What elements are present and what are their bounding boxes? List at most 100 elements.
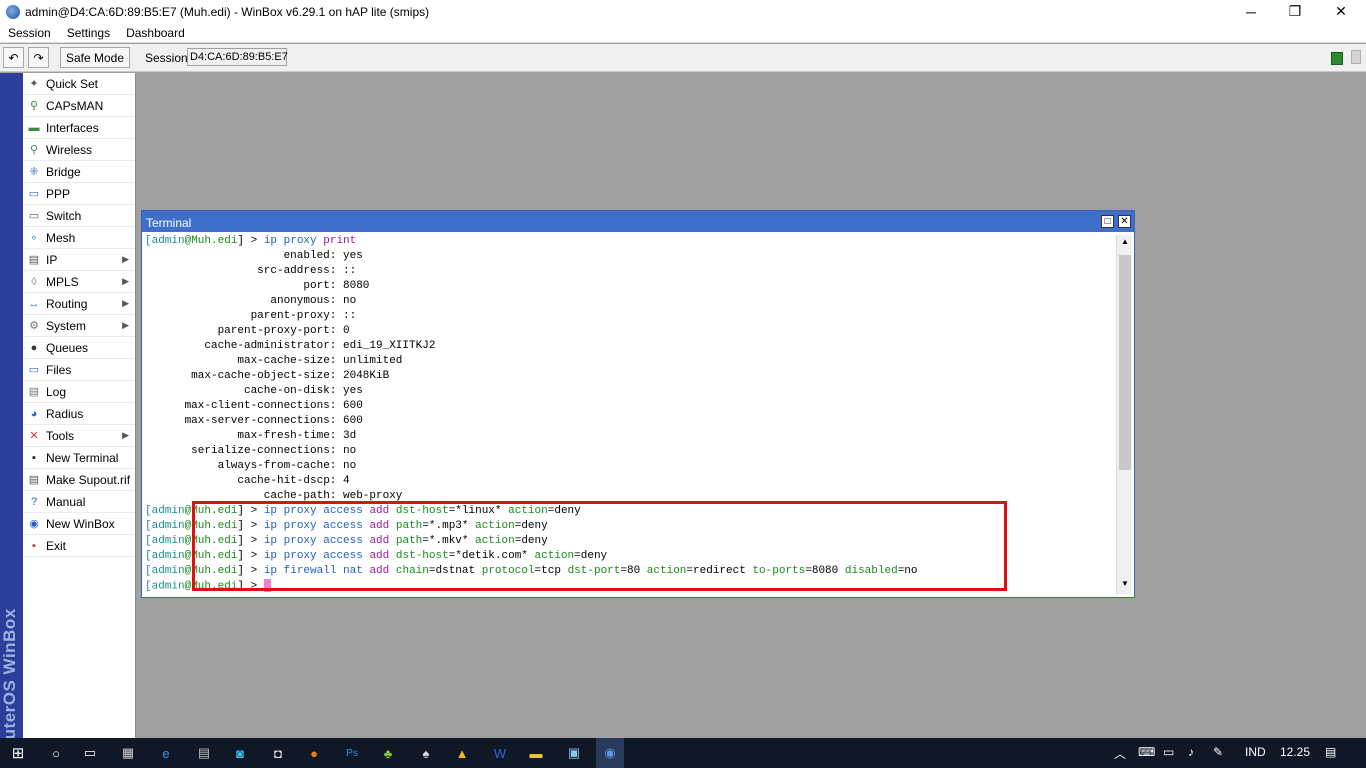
camera-icon[interactable]: ◘ bbox=[264, 738, 292, 768]
scroll-down-icon[interactable]: ▼ bbox=[1119, 579, 1131, 591]
app-icon[interactable]: ▦ bbox=[114, 738, 142, 768]
setting-value: unlimited bbox=[343, 355, 403, 367]
prompt-user: [admin bbox=[145, 580, 185, 593]
wireless-icon: ⚲ bbox=[29, 144, 39, 156]
sidebar-item-label: Log bbox=[46, 384, 67, 399]
redo-button[interactable]: ↷ bbox=[28, 47, 49, 68]
menu-session[interactable]: Session bbox=[8, 26, 51, 40]
sidebar-item-label: Bridge bbox=[46, 164, 81, 179]
app-icon[interactable]: ▣ bbox=[560, 738, 588, 768]
sidebar-item-system[interactable]: ⚙ System ▶ bbox=[23, 315, 135, 337]
setting-row: cache-hit-dscp: 4 bbox=[145, 474, 1115, 489]
close-button[interactable]: ✕ bbox=[1318, 0, 1364, 23]
edge-icon[interactable]: e bbox=[152, 738, 180, 768]
sidebar-item-capsman[interactable]: ⚲ CAPsMAN bbox=[23, 95, 135, 117]
routing-icon: ↔ bbox=[28, 297, 40, 310]
sidebar-item-manual[interactable]: ? Manual bbox=[23, 491, 135, 513]
sidebar-item-make-supout-rif[interactable]: ▤ Make Supout.rif bbox=[23, 469, 135, 491]
input-icon[interactable]: ⌨ bbox=[1138, 745, 1155, 759]
submenu-arrow-icon: ▶ bbox=[122, 276, 129, 286]
sidebar-item-tools[interactable]: ✕ Tools ▶ bbox=[23, 425, 135, 447]
separator: : bbox=[329, 445, 343, 457]
sidebar-item-quick-set[interactable]: ✦ Quick Set bbox=[23, 73, 135, 95]
terminal-scrollbar[interactable]: ▲ ▼ bbox=[1116, 235, 1132, 595]
sidebar-item-log[interactable]: ▤ Log bbox=[23, 381, 135, 403]
sidebar-item-files[interactable]: ▭ Files bbox=[23, 359, 135, 381]
app-icon[interactable]: ♠ bbox=[412, 738, 440, 768]
sidebar-item-ppp[interactable]: ▭ PPP bbox=[23, 183, 135, 205]
sidebar-item-exit[interactable]: ▪ Exit bbox=[23, 535, 135, 557]
maximize-icon[interactable]: □ bbox=[1101, 215, 1114, 228]
language-indicator[interactable]: IND bbox=[1245, 745, 1266, 759]
separator: : bbox=[329, 355, 343, 367]
sidebar-item-label: IP bbox=[46, 252, 58, 267]
sidebar-item-mesh[interactable]: ∘ Mesh bbox=[23, 227, 135, 249]
sidebar-item-label: Interfaces bbox=[46, 120, 99, 135]
setting-key: anonymous bbox=[270, 295, 330, 307]
sidebar-item-mpls[interactable]: ◊ MPLS ▶ bbox=[23, 271, 135, 293]
minimize-button[interactable]: ─ bbox=[1228, 0, 1274, 23]
window-titlebar: admin@D4:CA:6D:89:B5:E7 (Muh.edi) - WinB… bbox=[0, 0, 1366, 23]
network-icon[interactable]: ▭ bbox=[1163, 745, 1174, 759]
menu-settings[interactable]: Settings bbox=[67, 26, 110, 40]
setting-value: yes bbox=[343, 250, 363, 262]
winbox-taskbar-icon[interactable]: ◉ bbox=[596, 738, 624, 768]
separator: : bbox=[329, 430, 343, 442]
close-icon[interactable]: ✕ bbox=[1118, 215, 1131, 228]
app-icon[interactable]: ▲ bbox=[448, 738, 476, 768]
terminal-titlebar[interactable]: Terminal □ ✕ bbox=[142, 211, 1134, 232]
app-icon[interactable]: ▤ bbox=[190, 738, 218, 768]
clock[interactable]: 12.25 bbox=[1280, 745, 1310, 759]
tools-icon: ✕ bbox=[29, 430, 39, 442]
start-icon[interactable]: ⊞ bbox=[4, 738, 32, 768]
scroll-up-icon[interactable]: ▲ bbox=[1119, 237, 1131, 249]
sidebar-item-bridge[interactable]: ⁜ Bridge bbox=[23, 161, 135, 183]
sidebar-menu: ✦ Quick Set ⚲ CAPsMAN ▬ Interfaces ⚲ Wireless ⁜ B… bbox=[23, 73, 136, 738]
scroll-thumb[interactable] bbox=[1119, 255, 1131, 470]
sidebar-item-queues[interactable]: ● Queues bbox=[23, 337, 135, 359]
terminal-icon: ▪ bbox=[32, 451, 36, 464]
status-indicator-icon bbox=[1351, 50, 1361, 64]
sidebar-item-radius[interactable]: ◕ Radius bbox=[23, 403, 135, 425]
prompt-user: [admin bbox=[145, 535, 185, 547]
prompt-user: [admin bbox=[145, 565, 185, 577]
sidebar-item-ip[interactable]: ▤ IP ▶ bbox=[23, 249, 135, 271]
restore-button[interactable]: ❐ bbox=[1272, 0, 1318, 23]
setting-row: serialize-connections: no bbox=[145, 444, 1115, 459]
separator: : bbox=[329, 250, 343, 262]
setting-key: parent-proxy-port bbox=[217, 325, 330, 337]
volume-icon[interactable]: ♪ bbox=[1188, 745, 1194, 759]
separator: : bbox=[329, 475, 343, 487]
notifications-icon[interactable]: ▤ bbox=[1325, 745, 1336, 759]
firefox-icon[interactable]: ● bbox=[300, 738, 328, 768]
capsman-icon: ⚲ bbox=[29, 100, 39, 112]
setting-row: max-server-connections: 600 bbox=[145, 414, 1115, 429]
menu-dashboard[interactable]: Dashboard bbox=[126, 26, 185, 40]
photoshop-icon[interactable]: Ps bbox=[338, 738, 366, 768]
sidebar-item-switch[interactable]: ▭ Switch bbox=[23, 205, 135, 227]
sidebar-item-routing[interactable]: ↔ Routing ▶ bbox=[23, 293, 135, 315]
terminal-title: Terminal bbox=[146, 216, 192, 230]
safe-mode-button[interactable]: Safe Mode bbox=[60, 47, 130, 68]
sidebar-item-new-winbox[interactable]: ◉ New WinBox bbox=[23, 513, 135, 535]
setting-value: 8080 bbox=[343, 280, 370, 292]
pen-icon[interactable]: ✎ bbox=[1213, 745, 1223, 759]
setting-row: anonymous: no bbox=[145, 294, 1115, 309]
setting-value: 3d bbox=[343, 430, 357, 442]
app-icon[interactable]: ◙ bbox=[226, 738, 254, 768]
winbox-icon: ◉ bbox=[29, 518, 39, 530]
sidebar-item-interfaces[interactable]: ▬ Interfaces bbox=[23, 117, 135, 139]
separator: : bbox=[329, 325, 343, 337]
search-icon[interactable]: ○ bbox=[42, 738, 70, 768]
app-icon[interactable]: ♣ bbox=[374, 738, 402, 768]
session-field[interactable]: D4:CA:6D:89:B5:E7 bbox=[187, 48, 288, 66]
word-icon[interactable]: W bbox=[486, 738, 514, 768]
sidebar-item-wireless[interactable]: ⚲ Wireless bbox=[23, 139, 135, 161]
setting-value: :: bbox=[343, 310, 357, 322]
tray-chevron-icon[interactable]: ︿ bbox=[1114, 745, 1126, 762]
taskbar: ⊞ ○ ▭ ▦ e ▤ ◙ ◘ ● Ps ♣ ♠ ▲ W ▬ ▣ ◉ ︿ ⌨ ▭… bbox=[0, 738, 1366, 768]
task-view-icon[interactable]: ▭ bbox=[76, 738, 104, 768]
file-explorer-icon[interactable]: ▬ bbox=[522, 738, 550, 768]
sidebar-item-new-terminal[interactable]: ▪ New Terminal bbox=[23, 447, 135, 469]
undo-button[interactable]: ↶ bbox=[3, 47, 24, 68]
